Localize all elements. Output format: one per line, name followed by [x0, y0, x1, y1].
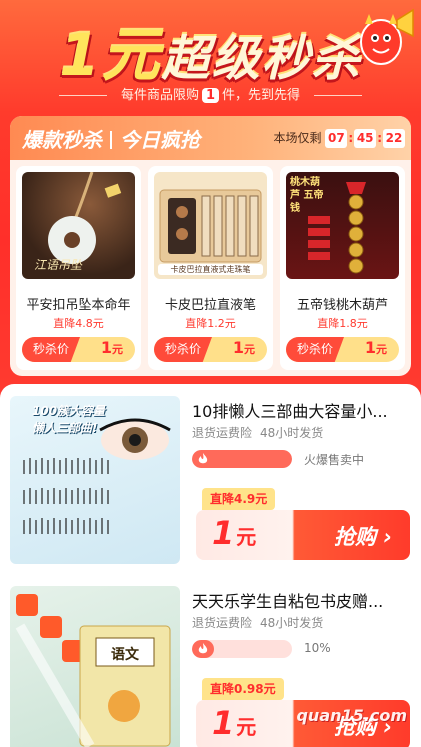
timer-colon: : [377, 131, 382, 145]
tag-48h-delivery: 48小时发货 [260, 616, 324, 630]
buy-now-button[interactable]: 抢购 › [334, 521, 392, 551]
flash-title-left: 爆款秒杀 [22, 128, 102, 152]
hero-banner: 1元超级秒杀 每件商品限购 1 件，先到先得 爆款秒杀 今日疯抢 本场仅剩 07: [0, 0, 421, 400]
product-title: 10排懒人三部曲大容量小... [192, 402, 388, 421]
item-price-button[interactable]: 秒杀价 1元 [286, 337, 399, 362]
product-card-lashes[interactable]: 100簇大容量 懒人三部曲! 10排懒人三部曲大容量小... 退货运费险 48小时… [0, 384, 421, 574]
item-price-drop: 直降1.2元 [185, 317, 236, 330]
price-unit: 元 [244, 343, 255, 356]
item-price-drop: 直降4.8元 [53, 317, 104, 330]
tag-shipping-insurance: 退货运费险 [192, 616, 253, 630]
subtitle-pre: 每件商品限购 [120, 88, 199, 103]
pen-set-image [159, 189, 262, 263]
price-number: 1 [100, 338, 112, 357]
divider-left [58, 95, 107, 96]
product-tags: 退货运费险 48小时发货 [192, 614, 323, 631]
gourd-caption: 桃木葫芦 五帝钱 [290, 177, 324, 214]
title-separator [110, 131, 112, 149]
timer-seconds: 22 [383, 129, 405, 148]
timer-colon: : [348, 131, 354, 145]
flash-sale-header: 爆款秒杀 今日疯抢 本场仅剩 07:45:22 [10, 116, 411, 160]
item-price-drop: 直降1.8元 [317, 317, 368, 330]
price-number: 1 [232, 338, 244, 357]
flash-item-pendant[interactable]: 江语吊坠 平安扣吊坠本命年 直降4.8元 秒杀价 1元 [16, 166, 141, 370]
price-number: 1 [212, 704, 235, 742]
price-value: 1元 [233, 338, 255, 357]
product-image-caption: 100簇大容量 懒人三部曲! [32, 404, 106, 435]
sale-price: 1元 [212, 704, 256, 742]
sales-progress: 10% [192, 640, 414, 658]
product-image: 语文 [10, 586, 180, 747]
hero-title-one: 1元 [59, 21, 162, 89]
flash-sale-card: 爆款秒杀 今日疯抢 本场仅剩 07:45:22 江语吊坠 平安扣吊坠本命年 直降… [10, 116, 411, 376]
price-unit: 元 [236, 715, 257, 739]
flash-item-gourd[interactable]: 桃木葫芦 五帝钱 五帝钱桃木葫芦 直降1.8元 秒杀价 1元 [280, 166, 405, 370]
product-image-caption: 语文 [111, 647, 139, 663]
flash-item-row: 江语吊坠 平安扣吊坠本命年 直降4.8元 秒杀价 1元 卡皮巴拉直液式走珠笔 卡… [16, 166, 405, 370]
price-unit: 元 [376, 343, 387, 356]
watermark: quan15.com [296, 706, 407, 725]
price-drop-tag: 直降0.98元 [202, 678, 284, 700]
subtitle-limit-number: 1 [201, 88, 220, 103]
price-unit: 元 [236, 525, 257, 549]
divider-right [314, 95, 363, 96]
flash-title-right: 今日疯抢 [120, 128, 200, 152]
price-unit: 元 [112, 343, 123, 356]
sale-price: 1元 [212, 514, 256, 552]
timer-label: 本场仅剩 [273, 131, 322, 145]
flame-icon [198, 453, 208, 464]
pendant-caption: 江语吊坠 [34, 258, 83, 272]
pen-caption: 卡皮巴拉直液式走珠笔 [158, 264, 263, 275]
tag-48h-delivery: 48小时发货 [260, 426, 324, 440]
tag-shipping-insurance: 退货运费险 [192, 426, 253, 440]
flash-item-pen[interactable]: 卡皮巴拉直液式走珠笔 卡皮巴拉直液笔 直降1.2元 秒杀价 1元 [148, 166, 273, 370]
pen-thumbnail: 卡皮巴拉直液式走珠笔 [154, 172, 267, 279]
sales-status-text: 火爆售卖中 [304, 453, 365, 467]
progress-bar [192, 640, 292, 658]
price-label: 秒杀价 [22, 337, 80, 362]
price-buy-box[interactable]: 1元 抢购 › [196, 510, 410, 560]
item-name: 卡皮巴拉直液笔 [164, 298, 256, 313]
countdown-timer: 本场仅剩 07:45:22 [274, 129, 405, 148]
book-cover-product-image [15, 594, 171, 747]
product-image: 100簇大容量 懒人三部曲! [10, 396, 180, 564]
price-label: 秒杀价 [286, 337, 344, 362]
gourd-thumbnail: 桃木葫芦 五帝钱 [286, 172, 399, 279]
progress-bar [192, 450, 292, 468]
product-list: 100簇大容量 懒人三部曲! 10排懒人三部曲大容量小... 退货运费险 48小时… [0, 384, 421, 747]
hero-title-rest: 超级秒杀 [161, 31, 362, 87]
sales-status-text: 10% [304, 641, 331, 655]
timer-hours: 07 [325, 129, 348, 148]
item-name: 平安扣吊坠本命年 [26, 298, 131, 313]
item-price-button[interactable]: 秒杀价 1元 [154, 337, 267, 362]
pendant-thumbnail: 江语吊坠 [22, 172, 135, 279]
product-title: 天天乐学生自粘包书皮赠... [192, 592, 384, 611]
flame-icon [198, 643, 208, 654]
price-number: 1 [212, 514, 235, 552]
subtitle-post: 件，先到先得 [222, 88, 301, 103]
price-number: 1 [364, 338, 376, 357]
hero-subtitle: 每件商品限购 1 件，先到先得 [0, 84, 421, 103]
price-value: 1元 [101, 338, 123, 357]
item-name: 五帝钱桃木葫芦 [296, 298, 388, 313]
timer-minutes: 45 [354, 129, 377, 148]
price-label: 秒杀价 [154, 337, 212, 362]
flash-sale-title: 爆款秒杀 今日疯抢 [22, 124, 200, 153]
price-value: 1元 [365, 338, 387, 357]
page: 1元超级秒杀 每件商品限购 1 件，先到先得 爆款秒杀 今日疯抢 本场仅剩 07: [0, 0, 421, 747]
sales-progress: 火爆售卖中 [192, 450, 414, 468]
price-drop-tag: 直降4.9元 [202, 488, 276, 510]
item-price-button[interactable]: 秒杀价 1元 [22, 337, 135, 362]
buy-panel[interactable]: 直降4.9元 1元 抢购 › [196, 488, 410, 564]
product-tags: 退货运费险 48小时发货 [192, 424, 323, 441]
mascot-megaphone-icon [360, 8, 414, 65]
